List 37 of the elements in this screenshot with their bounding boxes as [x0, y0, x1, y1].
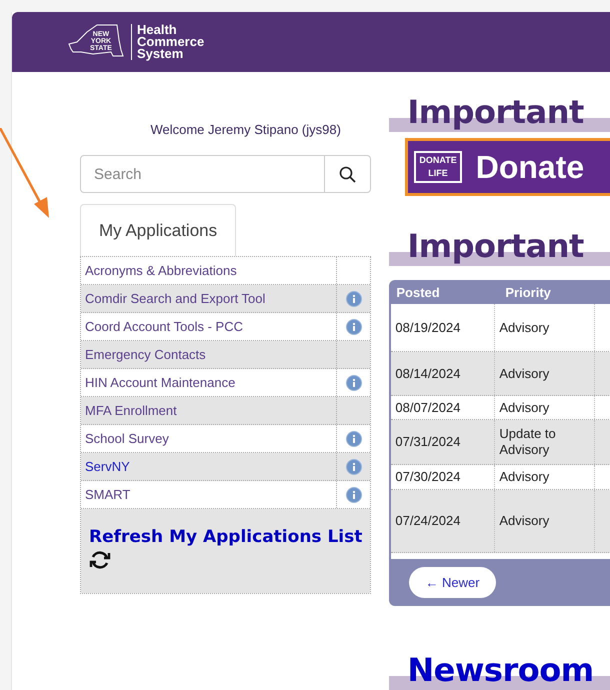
site-title: Health Commerce System	[131, 24, 204, 60]
application-link[interactable]: School Survey	[81, 425, 338, 452]
info-icon[interactable]	[346, 374, 362, 390]
table-cell: Advisory	[495, 465, 596, 489]
refresh-link[interactable]: Refresh My Applications List	[89, 527, 362, 547]
search-button[interactable]	[325, 155, 372, 193]
table-cell: 07/30/2024	[391, 465, 496, 489]
table-cell: 08/07/2024	[391, 396, 496, 419]
donate-banner[interactable]: DONATE LIFE Donate	[405, 138, 610, 196]
column-header: Priority	[504, 284, 552, 300]
table-cell: Advisory	[495, 396, 596, 419]
search-icon	[339, 166, 356, 182]
table-cell: 07/24/2024	[391, 490, 496, 552]
application-link[interactable]: Coord Account Tools - PCC	[81, 313, 338, 340]
search-field[interactable]: Search	[80, 155, 326, 193]
application-link[interactable]: HIN Account Maintenance	[81, 369, 338, 396]
info-icon[interactable]	[346, 486, 362, 502]
table-cell: Update to Advisory	[495, 420, 596, 464]
table-cell: Advisory	[495, 490, 596, 552]
donate-life-badge: DONATE LIFE	[414, 151, 462, 183]
column-header: Posted	[395, 284, 441, 300]
application-link[interactable]: SMART	[81, 481, 338, 508]
info-icon[interactable]	[346, 430, 362, 446]
table-cell: Advisory	[495, 352, 596, 395]
banner-text: Donate	[476, 148, 584, 186]
table-cell: 07/31/2024	[391, 420, 496, 464]
newer-button[interactable]: ← Newer	[409, 567, 496, 598]
table-cell: Advisory	[495, 304, 596, 351]
welcome-text: Welcome Jeremy Stipano (jys98)	[149, 122, 342, 137]
tab[interactable]: My Applications	[80, 204, 236, 256]
info-icon[interactable]	[346, 290, 362, 306]
refresh-icon[interactable]	[89, 549, 111, 571]
application-link[interactable]: Acronyms & Abbreviations	[81, 257, 338, 284]
table-cell: 08/19/2024	[391, 304, 496, 351]
table-cell: 08/14/2024	[391, 352, 496, 395]
info-icon[interactable]	[346, 318, 362, 334]
info-icon[interactable]	[346, 458, 362, 474]
